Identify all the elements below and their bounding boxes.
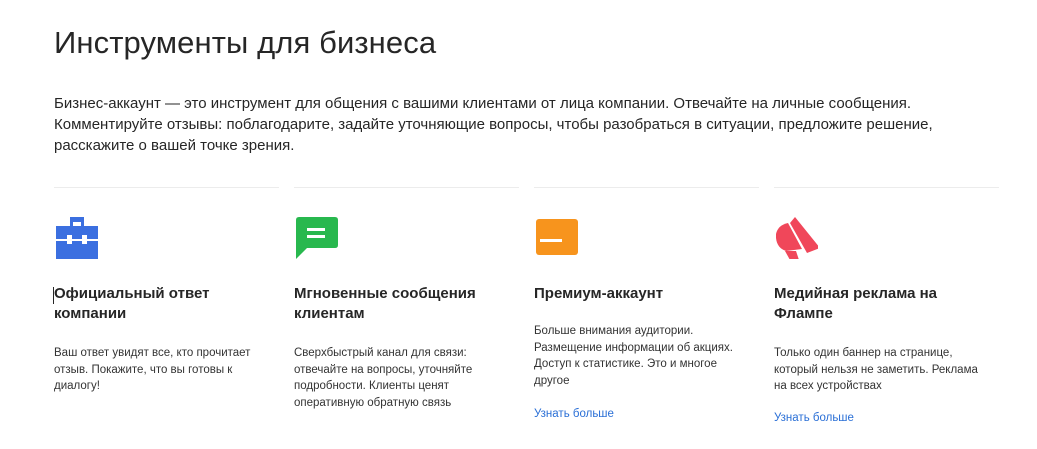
- learn-more-link[interactable]: Узнать больше: [534, 406, 614, 422]
- intro-text: Бизнес-аккаунт — это инструмент для обще…: [54, 95, 933, 154]
- chat-bubble-icon: [296, 217, 338, 259]
- feature-media-ads: Медийная реклама на Флампе Только один б…: [774, 187, 999, 438]
- feature-premium-account: Премиум-аккаунт Больше внимания аудитори…: [534, 187, 759, 438]
- feature-official-reply: Официальный ответ компании Ваш ответ уви…: [53, 187, 279, 438]
- feature-title: Мгновенные сообщения клиентам: [294, 285, 476, 322]
- features-grid: Официальный ответ компании Ваш ответ уви…: [53, 187, 1000, 438]
- card-icon: [536, 217, 578, 259]
- feature-title: Медийная реклама на Флампе: [774, 285, 938, 322]
- briefcase-icon: [56, 217, 98, 259]
- feature-description: Ваш ответ увидят все, кто прочитает отзы…: [54, 347, 251, 392]
- page-title: Инструменты для бизнеса: [54, 25, 437, 60]
- feature-title: Премиум-аккаунт: [534, 285, 664, 302]
- feature-description: Больше внимания аудитории. Размещение ин…: [534, 325, 733, 387]
- feature-description: Только один баннер на странице, который …: [774, 347, 978, 392]
- feature-description: Сверхбыстрый канал для связи: отвечайте …: [294, 347, 473, 409]
- megaphone-icon: [776, 217, 818, 259]
- learn-more-link[interactable]: Узнать больше: [774, 410, 854, 426]
- feature-title: Официальный ответ компании: [54, 285, 210, 322]
- feature-instant-messages: Мгновенные сообщения клиентам Сверхбыстр…: [294, 187, 519, 438]
